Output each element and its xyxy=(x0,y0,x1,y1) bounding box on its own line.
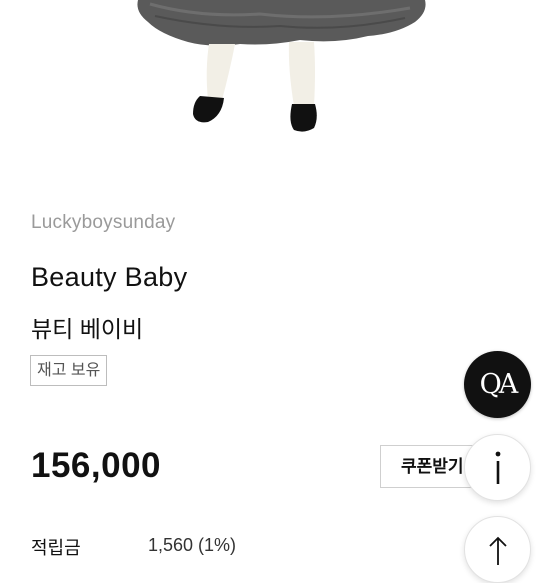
scroll-top-button[interactable] xyxy=(464,516,531,583)
product-title-english: Beauty Baby xyxy=(31,262,188,292)
points-label: 적립금 xyxy=(31,538,81,558)
info-button[interactable] xyxy=(464,434,531,501)
stock-status-badge: 재고 보유 xyxy=(30,355,108,386)
product-image xyxy=(0,0,553,170)
product-price: 156,000 xyxy=(31,446,162,485)
brand-name[interactable]: Luckyboysunday xyxy=(31,212,175,234)
arrow-up-icon xyxy=(488,536,507,565)
info-icon xyxy=(495,451,500,484)
product-title-korean: 뷰티 베이비 xyxy=(31,316,144,342)
doll-illustration xyxy=(137,0,426,132)
qa-button[interactable]: QA xyxy=(464,351,531,418)
qa-label: QA xyxy=(479,369,519,400)
